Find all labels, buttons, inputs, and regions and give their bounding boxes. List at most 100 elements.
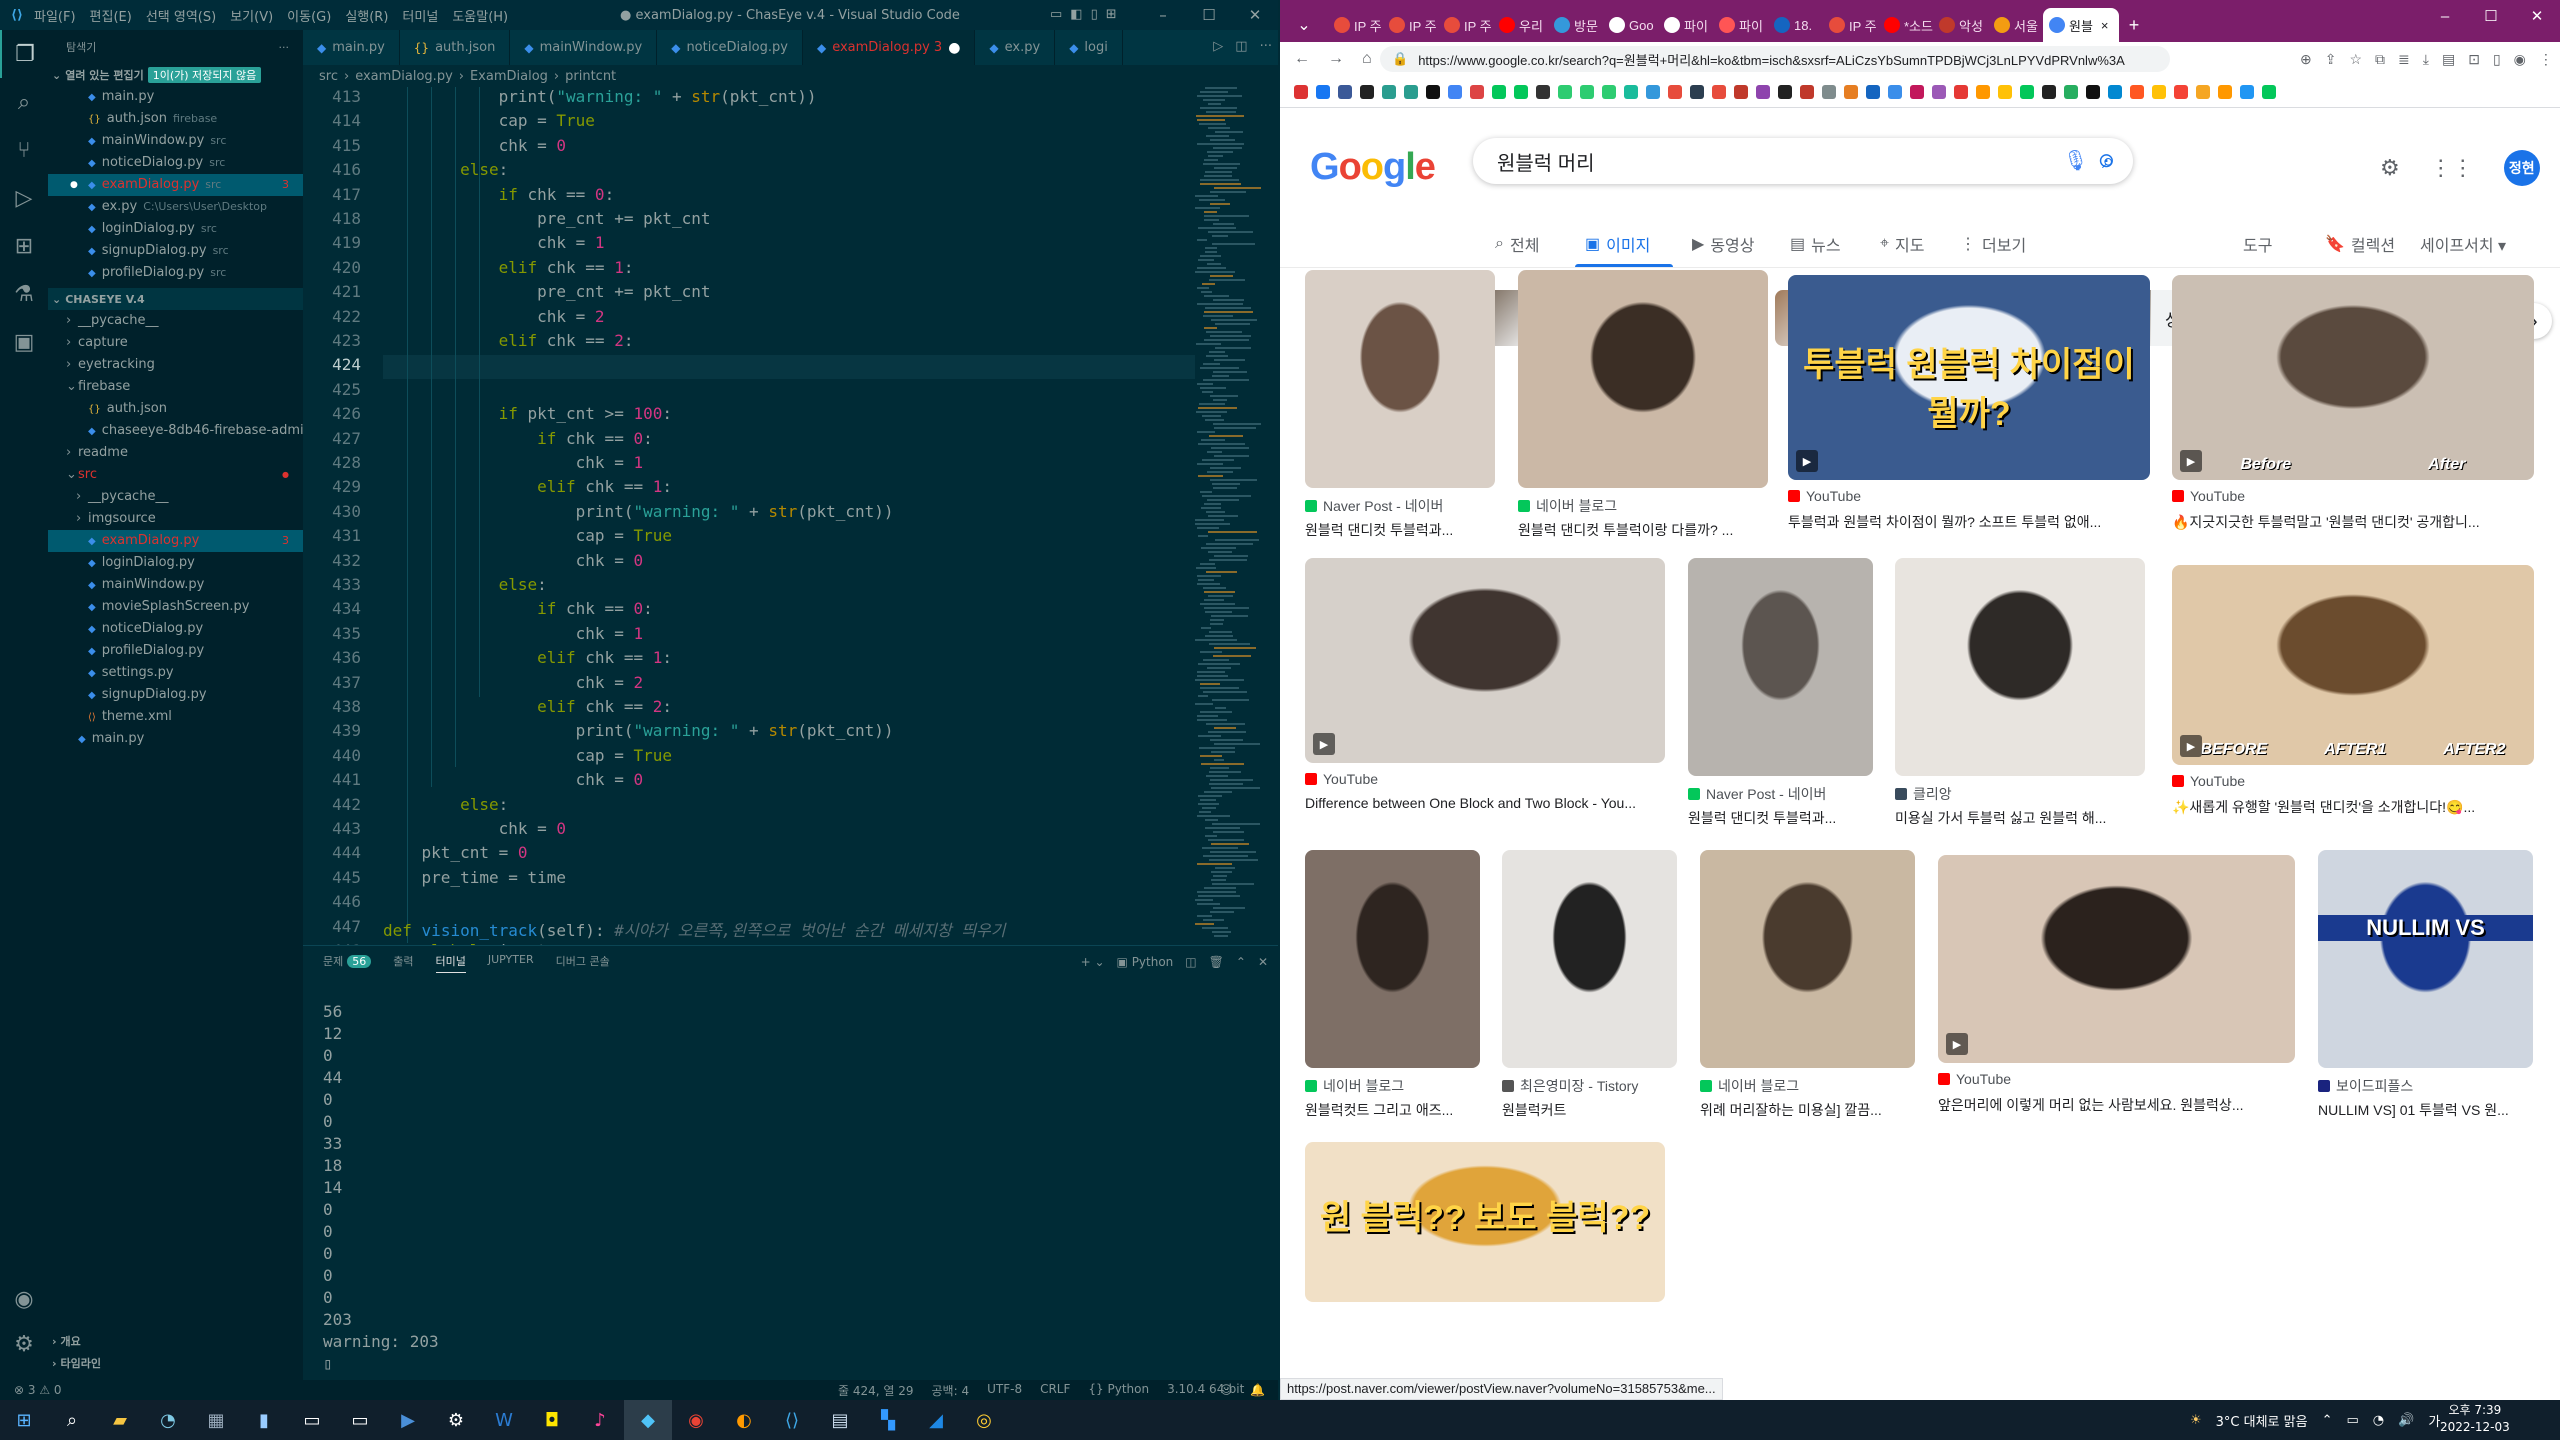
editor-tab[interactable]: ◆ mainWindow.py	[510, 30, 658, 65]
remote-explorer-icon[interactable]: ▣	[0, 318, 48, 366]
bookmark-icon[interactable]	[1910, 84, 1924, 99]
code-line[interactable]: pkt_cnt = 0	[383, 843, 528, 862]
bookmark-icon[interactable]	[1844, 84, 1858, 99]
result-thumbnail[interactable]	[1305, 270, 1495, 488]
google-logo[interactable]: Google	[1310, 146, 1436, 189]
code-line[interactable]: if pkt_cnt >= 100:	[383, 404, 672, 423]
result-thumbnail[interactable]: NULLIM VS	[2318, 850, 2533, 1068]
maximize-button[interactable]: ☐	[2468, 0, 2514, 32]
bookmark-icon[interactable]	[1536, 84, 1550, 99]
result-thumbnail[interactable]: Before After ▶	[2172, 275, 2534, 480]
code-line[interactable]: elif chk == 1:	[383, 258, 634, 277]
file-item[interactable]: ◆ loginDialog.py	[48, 552, 303, 574]
result-thumbnail[interactable]: 원 블럭?? 보도 블럭??	[1305, 1142, 1665, 1302]
menu-item[interactable]: 파일(F)	[34, 10, 76, 25]
image-result[interactable]: BEFORE AFTER1 AFTER2 ▶ YouTube ✨새롭게 유행할 '원블럭 …	[2172, 565, 2534, 835]
bookmark-icon[interactable]	[2240, 84, 2254, 99]
browser-tab[interactable]: 원블 ×	[2043, 8, 2119, 42]
code-line[interactable]: chk = 0	[383, 819, 566, 838]
nav-tab-5[interactable]: ⋮ 더보기	[1960, 232, 2026, 256]
bookmark-icon[interactable]	[2064, 84, 2078, 99]
download-icon[interactable]: ⤓	[2423, 51, 2429, 68]
wireshark-icon[interactable]: ◢	[912, 1400, 960, 1440]
file-item[interactable]: ◆ signupDialog.py	[48, 684, 303, 706]
account-icon[interactable]: ◉	[0, 1275, 48, 1323]
minimize-button[interactable]: –	[2422, 0, 2468, 32]
result-caption[interactable]: 원블럭컷트 그리고 애즈...	[1305, 1100, 1480, 1120]
result-thumbnail[interactable]: ▶	[1305, 558, 1665, 763]
bookmark-icon[interactable]	[1668, 84, 1682, 99]
bookmark-icon[interactable]	[1382, 84, 1396, 99]
code-line[interactable]: if chk == 0:	[383, 185, 615, 204]
menu-item[interactable]: 보기(V)	[230, 10, 273, 25]
outline-section[interactable]: › 개요	[48, 1330, 303, 1352]
bookmark-icon[interactable]	[2108, 84, 2122, 99]
result-source[interactable]: 보이드피플스	[2318, 1076, 2413, 1096]
browser-tab[interactable]: 18.	[1768, 8, 1823, 42]
minimap[interactable]	[1195, 87, 1275, 945]
file-item[interactable]: ◆ noticeDialog.py	[48, 618, 303, 640]
file-item[interactable]: ◆ examDialog.py 3	[48, 530, 303, 552]
code-line[interactable]: else:	[383, 575, 547, 594]
breadcrumb-item[interactable]: examDialog.py	[355, 69, 453, 84]
bookmark-icon[interactable]	[1558, 84, 1572, 99]
browser-tab[interactable]: IP 주	[1328, 8, 1383, 42]
minimize-button[interactable]: –	[1140, 0, 1186, 30]
result-source[interactable]: 네이버 블로그	[1305, 1076, 1404, 1096]
result-thumbnail[interactable]	[1688, 558, 1873, 776]
status-item[interactable]: UTF-8	[987, 1382, 1022, 1399]
explorer-icon[interactable]: ❐	[0, 30, 48, 78]
bookmark-icon[interactable]	[2086, 84, 2100, 99]
clock[interactable]: 오후 7:39 2022-12-03	[2440, 1402, 2510, 1436]
open-editor-item[interactable]: ◆ main.py	[48, 86, 303, 108]
code-line[interactable]: elif chk == 1:	[383, 648, 672, 667]
browser-tab[interactable]: IP 주	[1383, 8, 1438, 42]
panel-tab[interactable]: 터미널	[435, 953, 466, 973]
folder-item[interactable]: › readme	[48, 442, 303, 464]
file-icon[interactable]: ▤	[816, 1400, 864, 1440]
code-line[interactable]: elif chk == 2:	[383, 331, 634, 350]
bookmark-icon[interactable]	[1602, 84, 1616, 99]
status-item[interactable]: {} Python	[1088, 1382, 1149, 1399]
home-icon[interactable]: ⌂	[1362, 50, 1372, 68]
bookmark-star-icon[interactable]: ☆	[2349, 51, 2362, 68]
code-line[interactable]: chk = 0	[383, 770, 643, 789]
mic-icon[interactable]: 🎙	[2063, 148, 2088, 173]
bookmark-icon[interactable]	[1822, 84, 1836, 99]
testing-icon[interactable]: ⚗	[0, 270, 48, 318]
weather-text[interactable]: 3°C 대체로 맑음	[2216, 1411, 2308, 1430]
result-caption[interactable]: 🔥지긋지긋한 투블럭말고 '원블럭 댄디컷' 공개합니...	[2172, 512, 2534, 532]
nav-tab-1[interactable]: ▣ 이미지	[1585, 232, 1650, 256]
bookmark-icon[interactable]	[1338, 84, 1352, 99]
bookmark-icon[interactable]	[1514, 84, 1528, 99]
code-line[interactable]: elif chk == 2:	[383, 697, 672, 716]
code-line[interactable]: cap = True	[383, 111, 595, 130]
result-caption[interactable]: 원블럭 댄디컷 투블럭이랑 다를까? ...	[1518, 520, 1768, 540]
search-icon[interactable]: ⌕	[48, 1400, 96, 1440]
bookmark-icon[interactable]	[1426, 84, 1440, 99]
add-terminal-icon[interactable]: + ⌄	[1081, 955, 1105, 969]
close-button[interactable]: ✕	[1232, 0, 1278, 30]
code-line[interactable]: print("warning: " + str(pkt_cnt))	[383, 87, 817, 106]
bookmark-icon[interactable]	[1646, 84, 1660, 99]
settings-icon[interactable]: ⚙	[432, 1400, 480, 1440]
result-caption[interactable]: 원블럭 댄디컷 투블럭과...	[1305, 520, 1495, 540]
bookmark-icon[interactable]	[2130, 84, 2144, 99]
screenshot-icon[interactable]: ⊡	[2468, 51, 2480, 68]
browser-tab[interactable]: 우리	[1493, 8, 1548, 42]
more-icon[interactable]: ···	[1260, 39, 1272, 54]
bookmark-icon[interactable]	[1800, 84, 1814, 99]
unsaved-dot-icon[interactable]: ●	[948, 40, 960, 56]
forward-icon[interactable]: →	[1328, 50, 1344, 68]
result-source[interactable]: YouTube	[2172, 488, 2245, 504]
safesearch-button[interactable]: 세이프서치 ▾	[2420, 232, 2506, 256]
bookmark-icon[interactable]	[1492, 84, 1506, 99]
folder-item[interactable]: › eyetracking	[48, 354, 303, 376]
chevron-up-icon[interactable]: ⌃	[2322, 1413, 2333, 1428]
settings-gear-icon[interactable]: ⚙	[2380, 155, 2400, 181]
menu-item[interactable]: 선택 영역(S)	[146, 10, 216, 25]
code-line[interactable]: else:	[383, 795, 508, 814]
result-source[interactable]: YouTube	[1788, 488, 1861, 504]
browser-tab[interactable]: 방문	[1548, 8, 1603, 42]
image-result[interactable]: 클리앙 미용실 가서 투블럭 싫고 원블럭 해...	[1895, 558, 2145, 846]
